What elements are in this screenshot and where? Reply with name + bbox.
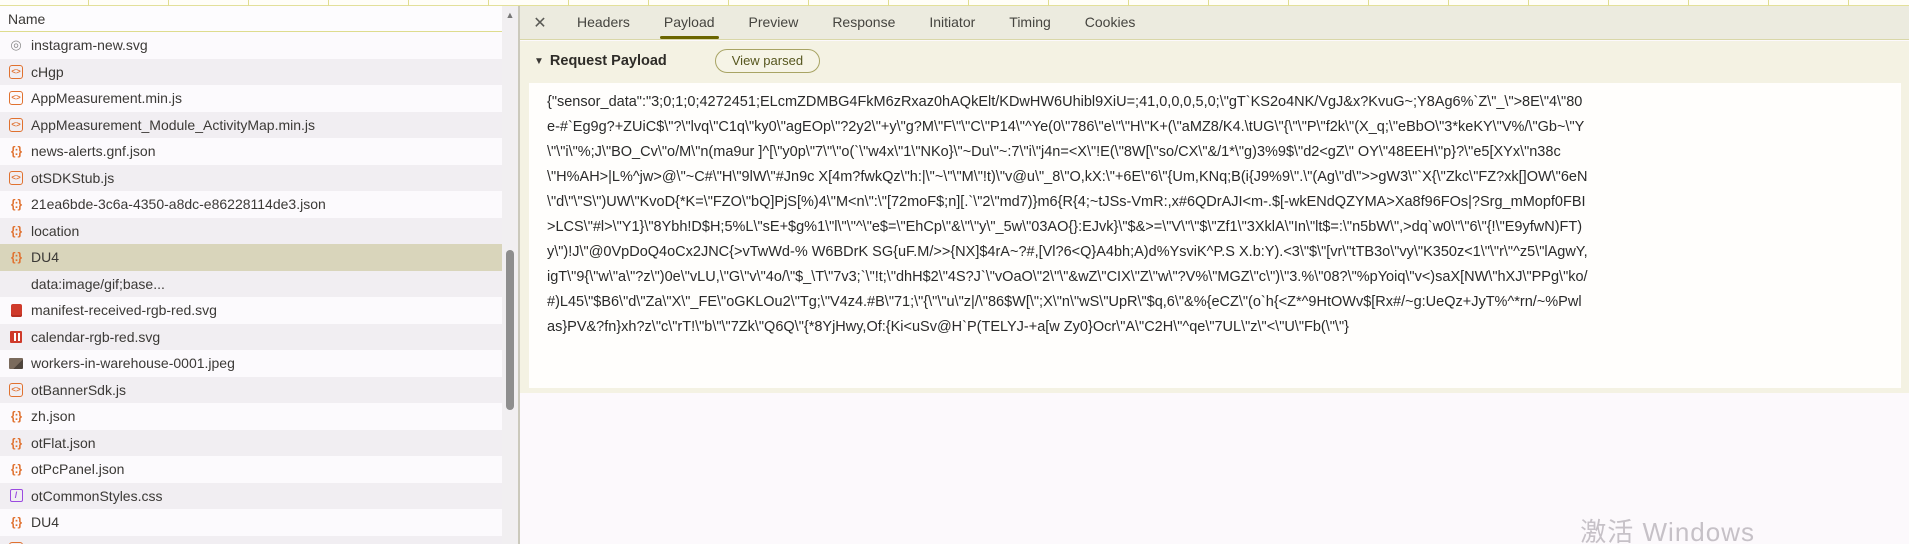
red-document-icon [7, 302, 25, 318]
request-row-label: otFlat.json [31, 434, 96, 451]
request-row-calendar-rgb-red-svg[interactable]: calendar-rgb-red.svg [0, 323, 502, 350]
json-file-icon: {:} [10, 515, 22, 530]
scrollbar-up-icon[interactable]: ▲ [504, 8, 516, 22]
json-file-icon: {:} [10, 409, 22, 424]
request-row-otpcpanel-json[interactable]: {:} otPcPanel.json [0, 456, 502, 483]
scrollbar-thumb[interactable] [506, 250, 514, 410]
request-list: Name ◎ instagram-new.svg <> cHgp <> AppMeasur… [0, 6, 502, 544]
json-file-icon: {:} [10, 462, 22, 477]
request-row-news-alerts-gnf-json[interactable]: {:} news-alerts.gnf.json [0, 138, 502, 165]
name-column-header[interactable]: Name [0, 6, 502, 32]
request-row-zh-json[interactable]: {:} zh.json [0, 403, 502, 430]
request-row-label: AppMeasurement.min.js [31, 90, 182, 107]
request-row-label: otBannerSdk.js [31, 381, 126, 398]
red-calendar-icon [7, 329, 25, 345]
request-row-instagram-new-svg[interactable]: ◎ instagram-new.svg [0, 32, 502, 59]
request-row-otbannersdk-js[interactable]: <> otBannerSdk.js [0, 376, 502, 403]
request-row-label: workers-in-warehouse-0001.jpeg [31, 355, 235, 372]
json-file-icon: {:} [10, 250, 22, 265]
request-payload-header-row: ▼ Request Payload View parsed [520, 41, 1909, 81]
tab-preview[interactable]: Preview [737, 6, 811, 40]
request-list-scrollbar[interactable]: ▲ [502, 6, 518, 544]
request-row-label: cHgp [31, 63, 64, 80]
request-row-label: data:image/gif;base... [31, 275, 165, 292]
tab-response[interactable]: Response [820, 6, 907, 40]
script-file-icon: <> [7, 64, 25, 80]
request-row-location[interactable]: {:} location [0, 217, 502, 244]
request-row-otflat-json[interactable]: {:} otFlat.json [0, 429, 502, 456]
raw-payload-text[interactable]: {"sensor_data":"3;0;1;0;4272451;ELcmZDMB… [547, 90, 1589, 340]
request-row-label: manifest-received-rgb-red.svg [31, 302, 217, 319]
request-row-label: calendar-rgb-red.svg [31, 328, 161, 345]
tab-row: Headers Payload Preview Response Initiator Ti… [560, 6, 1152, 40]
request-row-label: zh.json [31, 408, 76, 425]
view-parsed-button[interactable]: View parsed [714, 49, 821, 73]
request-row-label: otSDKStub.js [31, 169, 115, 186]
css-file-icon: / [7, 488, 25, 504]
request-row-label: news-alerts.gnf.json [31, 143, 156, 160]
tab-headers[interactable]: Headers [565, 6, 642, 40]
json-file-icon: {:} [10, 197, 22, 212]
devtools-network-panel: Name ◎ instagram-new.svg <> cHgp <> AppMeasur… [0, 0, 1909, 544]
payload-card: {"sensor_data":"3;0;1;0;4272451;ELcmZDMB… [529, 83, 1901, 388]
request-row-21ea6bde-3c6a-4350-a8dc-e86228114de3-json[interactable]: {:} 21ea6bde-3c6a-4350-a8dc-e86228114de3.… [0, 191, 502, 218]
close-icon[interactable]: ✕ [520, 13, 560, 33]
request-row-chgp[interactable]: <> cHgp [0, 58, 502, 85]
request-row-du4[interactable]: {:} DU4 [0, 244, 502, 271]
payload-section: ▼ Request Payload View parsed {"sensor_d… [520, 41, 1909, 393]
tab-timing[interactable]: Timing [997, 6, 1063, 40]
tab-payload[interactable]: Payload [652, 6, 727, 40]
request-row-appmeasurement-min-js[interactable]: <> AppMeasurement.min.js [0, 85, 502, 112]
request-detail-panel: ✕ Headers Payload Preview Response Initiator… [518, 6, 1909, 544]
request-rows-container: ◎ instagram-new.svg <> cHgp <> AppMeasurement… [0, 32, 502, 544]
request-row-otcommonstyles-css[interactable]: / otCommonStyles.css [0, 482, 502, 509]
request-row-js-js[interactable]: <>js.js [0, 535, 502, 544]
request-row-label: otCommonStyles.css [31, 487, 163, 504]
photo-thumbnail-icon [7, 355, 25, 371]
request-row-label: otPcPanel.json [31, 461, 125, 478]
request-row-du4[interactable]: {:} DU4 [0, 509, 502, 536]
tab-initiator[interactable]: Initiator [917, 6, 987, 40]
script-file-icon: <> [7, 382, 25, 398]
tab-cookies[interactable]: Cookies [1073, 6, 1148, 40]
request-row-appmeasurement-module-activitymap-min-js[interactable]: <> AppMeasurement_Module_ActivityMap.min.… [0, 111, 502, 138]
request-row-label: DU4 [31, 514, 60, 531]
request-row-workers-in-warehouse-0001-jpeg[interactable]: workers-in-warehouse-0001.jpeg [0, 350, 502, 377]
activate-windows-watermark: 激活 Windows [1580, 517, 1755, 544]
no-icon [7, 276, 25, 292]
script-file-icon: <> [7, 90, 25, 106]
script-file-icon: <> [7, 170, 25, 186]
detail-tab-bar: ✕ Headers Payload Preview Response Initiator… [520, 6, 1909, 40]
request-row-label: 21ea6bde-3c6a-4350-a8dc-e86228114de3.jso… [31, 196, 326, 213]
image-file-icon: ◎ [10, 37, 22, 53]
json-file-icon: {:} [10, 223, 22, 238]
request-row-label: AppMeasurement_Module_ActivityMap.min.js [31, 116, 316, 133]
request-row-data-image-gif-base-[interactable]: data:image/gif;base... [0, 270, 502, 297]
request-row-otsdkstub-js[interactable]: <> otSDKStub.js [0, 164, 502, 191]
request-row-label: DU4 [31, 249, 60, 266]
script-file-icon: <> [7, 117, 25, 133]
request-row-manifest-received-rgb-red-svg[interactable]: manifest-received-rgb-red.svg [0, 297, 502, 324]
collapse-caret-icon[interactable]: ▼ [534, 56, 544, 67]
json-file-icon: {:} [10, 435, 22, 450]
request-row-label: location [31, 222, 80, 239]
json-file-icon: {:} [10, 144, 22, 159]
request-payload-title[interactable]: Request Payload [550, 53, 667, 69]
request-row-label: instagram-new.svg [31, 37, 148, 54]
